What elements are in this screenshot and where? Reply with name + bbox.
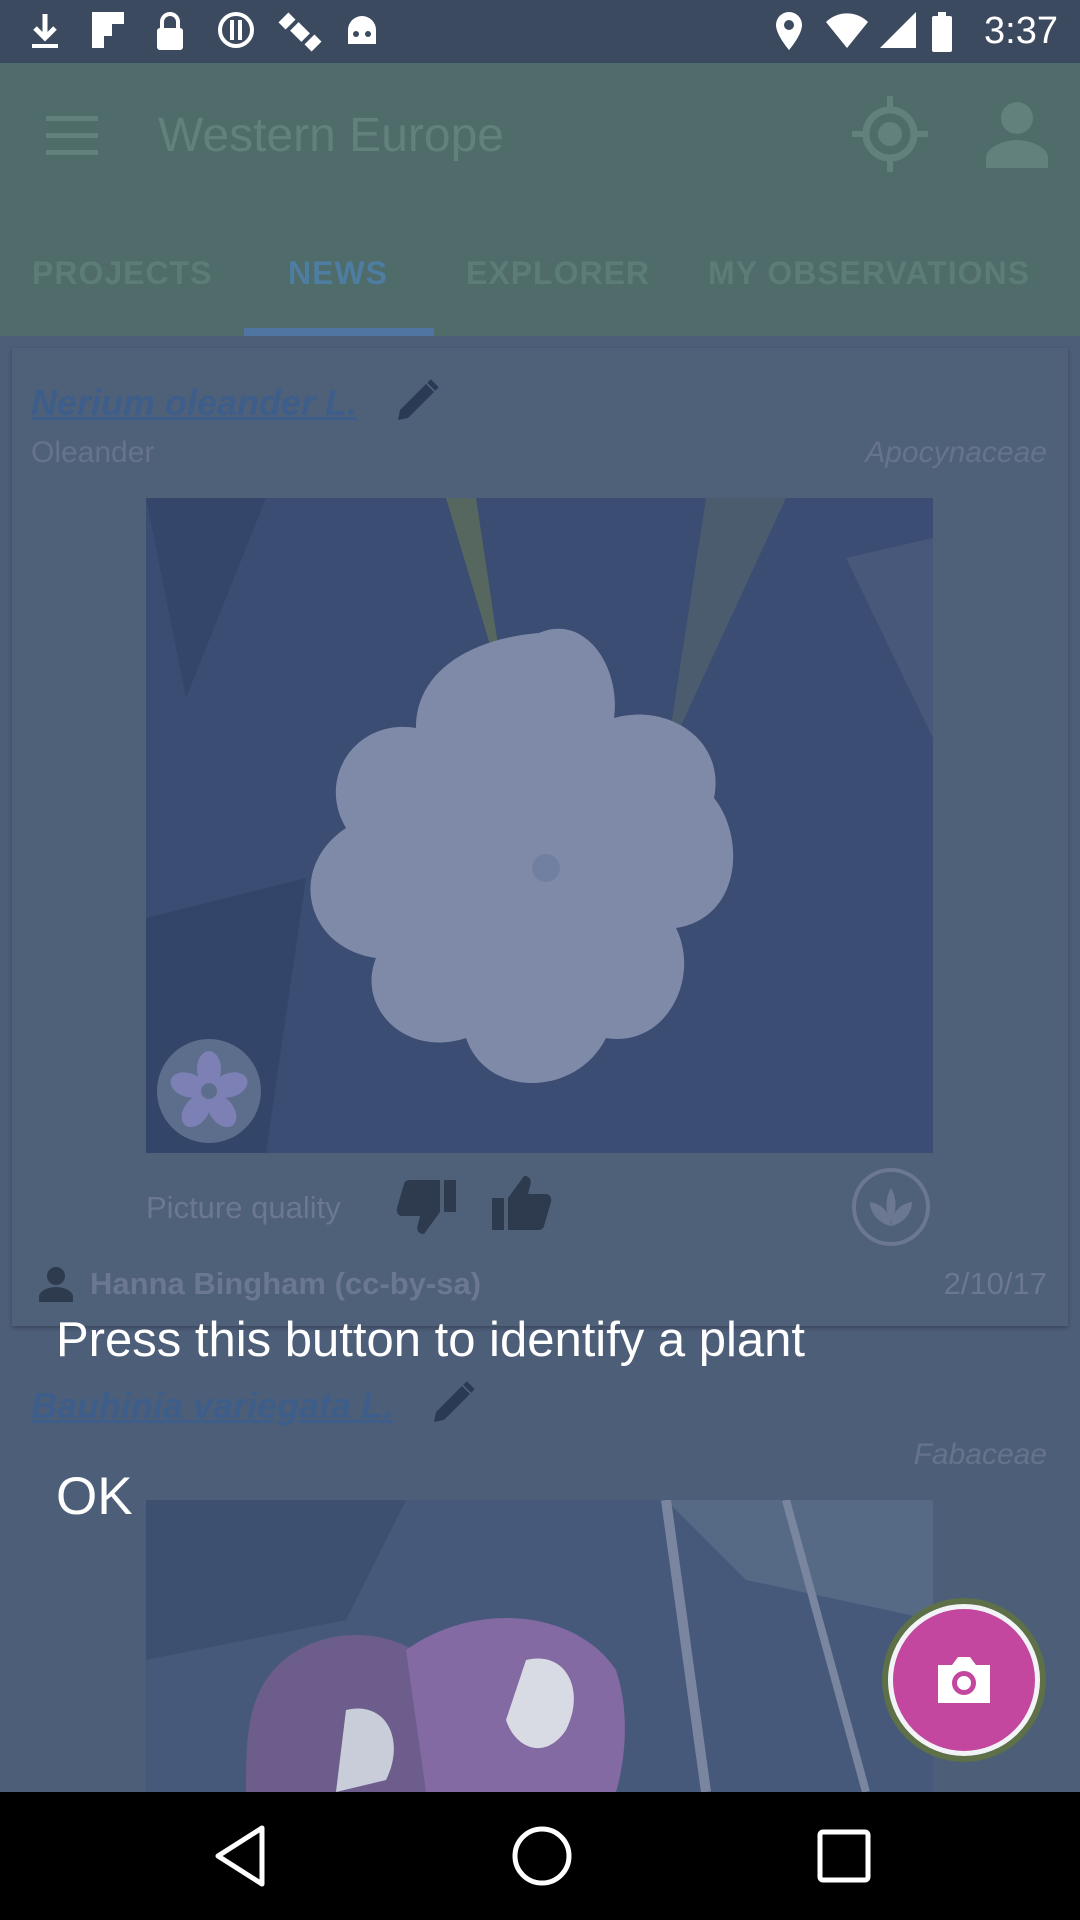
camera-icon xyxy=(938,1657,990,1703)
plant-sprout-icon[interactable] xyxy=(850,1166,932,1248)
common-name: Oleander xyxy=(31,436,155,469)
alert-icon xyxy=(216,10,256,54)
recents-icon[interactable] xyxy=(814,1826,874,1886)
navigation-bar xyxy=(0,1792,1080,1920)
flower-icon xyxy=(157,1039,261,1143)
author-icon xyxy=(38,1266,74,1302)
back-icon[interactable] xyxy=(210,1822,272,1890)
tab-projects[interactable]: PROJECTS xyxy=(32,255,212,292)
scientific-name-link[interactable]: Nerium oleander L. xyxy=(31,382,357,424)
identify-hint-text: Press this button to identify a plant xyxy=(56,1313,806,1367)
scientific-name-link-2[interactable]: Bauhinia variegata L. xyxy=(31,1385,393,1427)
plant-photo-2[interactable] xyxy=(146,1500,933,1792)
tab-indicator xyxy=(244,328,434,336)
download-icon xyxy=(28,10,62,54)
tab-my-observations[interactable]: MY OBSERVATIONS xyxy=(708,255,1030,292)
thumb-up-icon[interactable] xyxy=(490,1172,552,1234)
author-credit: Hanna Bingham (cc-by-sa) xyxy=(90,1266,482,1301)
flipboard-icon xyxy=(90,10,126,54)
family-name-2: Fabaceae xyxy=(913,1438,1047,1471)
observation-date: 2/10/17 xyxy=(943,1266,1047,1301)
android-icon xyxy=(344,10,380,54)
tab-news[interactable]: NEWS xyxy=(288,255,388,292)
lock-icon xyxy=(154,10,186,54)
picture-quality-label: Picture quality xyxy=(146,1190,341,1225)
wifi-icon xyxy=(824,10,870,54)
home-icon[interactable] xyxy=(510,1824,574,1888)
app-title: Western Europe xyxy=(158,109,504,162)
battery-icon xyxy=(930,10,954,54)
location-pin-icon xyxy=(774,10,804,54)
identify-camera-button[interactable] xyxy=(888,1604,1040,1756)
menu-icon[interactable] xyxy=(46,116,98,156)
family-name: Apocynaceae xyxy=(865,436,1047,469)
thumb-down-icon[interactable] xyxy=(396,1176,458,1238)
status-bar: 3:37 xyxy=(0,0,1080,63)
ok-button[interactable]: OK xyxy=(56,1466,133,1527)
plant-photo[interactable] xyxy=(146,498,933,1153)
signal-icon xyxy=(878,10,918,54)
account-icon[interactable] xyxy=(984,100,1050,170)
edit-pencil-icon[interactable] xyxy=(392,376,442,426)
tab-explorer[interactable]: EXPLORER xyxy=(466,255,650,292)
edit-pencil-icon-2[interactable] xyxy=(428,1378,478,1428)
my-location-icon[interactable] xyxy=(852,96,928,172)
clock: 3:37 xyxy=(984,10,1058,52)
satellite-icon xyxy=(276,10,324,54)
